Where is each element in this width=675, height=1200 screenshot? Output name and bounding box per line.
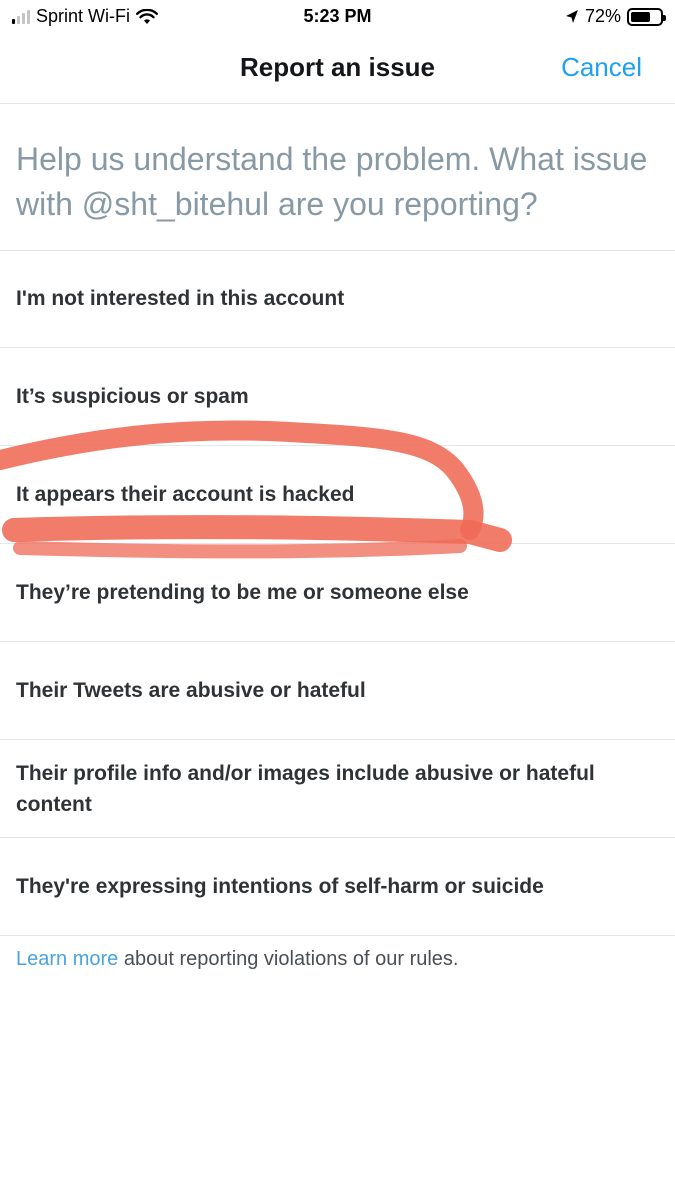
report-options-list: I'm not interested in this account It’s …: [0, 250, 675, 936]
option-impersonation[interactable]: They’re pretending to be me or someone e…: [0, 544, 675, 642]
option-abusive-profile[interactable]: Their profile info and/or images include…: [0, 740, 675, 838]
location-icon: [565, 9, 578, 23]
nav-bar: Report an issue Cancel: [0, 36, 675, 104]
footer-text: about reporting violations of our rules.: [118, 948, 459, 970]
report-prompt: Help us understand the problem. What iss…: [16, 141, 648, 222]
battery-percent: 72%: [584, 6, 621, 26]
footer-note: Learn more about reporting violations of…: [16, 948, 458, 971]
option-self-harm[interactable]: They're expressing intentions of self-ha…: [0, 838, 675, 936]
report-issue-screen: Sprint Wi-Fi 5:23 PM 72% Report an issue…: [0, 0, 675, 1200]
status-right: 72%: [565, 6, 666, 27]
cancel-button[interactable]: Cancel: [561, 52, 642, 83]
option-account-hacked[interactable]: It appears their account is hacked: [0, 446, 675, 544]
battery-cap: [663, 14, 666, 21]
battery-fill: [631, 11, 651, 22]
option-suspicious-spam[interactable]: It’s suspicious or spam: [0, 348, 675, 446]
status-bar: Sprint Wi-Fi 5:23 PM 72%: [0, 0, 675, 36]
option-abusive-tweets[interactable]: Their Tweets are abusive or hateful: [0, 642, 675, 740]
learn-more-link[interactable]: Learn more: [16, 948, 118, 970]
battery-icon: [627, 7, 666, 26]
option-not-interested[interactable]: I'm not interested in this account: [0, 250, 675, 348]
